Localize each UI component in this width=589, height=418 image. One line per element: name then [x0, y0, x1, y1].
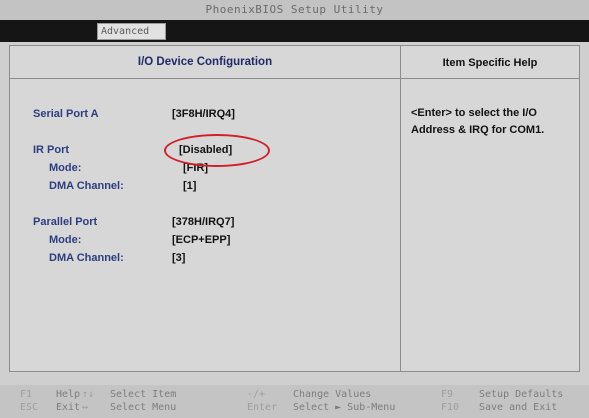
- key-plusminus: -/+: [247, 389, 266, 400]
- parallel-dma-channel-label: DMA Channel:: [49, 252, 124, 264]
- key-plusminus-action: Change Values: [293, 389, 372, 400]
- panel-divider-vertical: [400, 46, 401, 371]
- parallel-dma-channel-value[interactable]: [3]: [172, 252, 185, 264]
- serial-port-a-label: Serial Port A: [33, 108, 99, 120]
- parallel-port-value[interactable]: [378H/IRQ7]: [172, 216, 234, 228]
- key-updown-action: Select Item: [110, 389, 177, 400]
- parallel-mode-label: Mode:: [49, 234, 82, 246]
- ir-mode-label: Mode:: [49, 162, 82, 174]
- key-updown-icon: ↑↓: [82, 389, 95, 400]
- key-f10: F10: [441, 402, 460, 413]
- window-title: PhoenixBIOS Setup Utility: [205, 3, 384, 16]
- key-enter: Enter: [247, 402, 278, 413]
- help-text: <Enter> to select the I/O Address & IRQ …: [411, 107, 545, 136]
- key-enter-action: Select ► Sub-Menu: [293, 402, 396, 413]
- key-f9-action: Setup Defaults: [479, 389, 564, 400]
- key-f1-action: Help: [56, 389, 81, 400]
- parallel-port-label: Parallel Port: [33, 216, 98, 228]
- ir-dma-channel-label: DMA Channel:: [49, 180, 124, 192]
- key-f1: F1: [20, 389, 33, 400]
- key-leftright-icon: ↔: [82, 402, 89, 413]
- settings-panel: I/O Device Configuration Item Specific H…: [9, 45, 580, 372]
- key-f9: F9: [441, 389, 454, 400]
- key-esc-action: Exit: [56, 402, 81, 413]
- ir-port-label: IR Port: [33, 144, 70, 156]
- key-leftright-action: Select Menu: [110, 402, 177, 413]
- tab-advanced[interactable]: Advanced: [97, 23, 166, 40]
- menu-bar: [0, 20, 589, 42]
- ir-dma-channel-value[interactable]: [1]: [183, 180, 196, 192]
- page-title: I/O Device Configuration: [137, 56, 273, 68]
- key-esc: ESC: [20, 402, 39, 413]
- highlight-ring: [164, 134, 270, 167]
- parallel-mode-value[interactable]: [ECP+EPP]: [172, 234, 230, 246]
- help-title: Item Specific Help: [442, 57, 538, 69]
- key-f10-action: Save and Exit: [479, 402, 558, 413]
- serial-port-a-value[interactable]: [3F8H/IRQ4]: [172, 108, 235, 120]
